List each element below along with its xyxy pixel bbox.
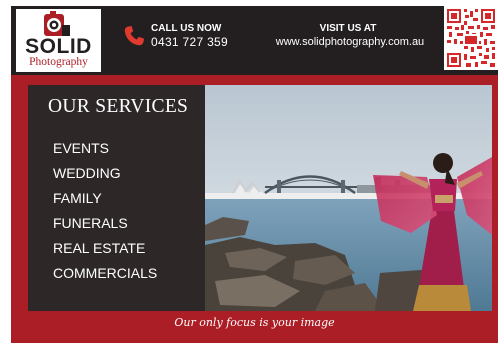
- camera-pin-logo-icon: [44, 11, 70, 36]
- service-item-family[interactable]: FAMILY: [53, 190, 102, 206]
- service-item-events[interactable]: EVENTS: [53, 140, 109, 156]
- tagline: Our only focus is your image: [174, 316, 335, 329]
- services-panel: OUR SERVICES EVENTS WEDDING FAMILY FUNER…: [28, 85, 205, 311]
- service-item-wedding[interactable]: WEDDING: [53, 165, 121, 181]
- brand-logo[interactable]: SOLID Photography: [16, 9, 101, 72]
- service-item-funerals[interactable]: FUNERALS: [53, 215, 128, 231]
- service-item-commercials[interactable]: COMMERCIALS: [53, 265, 157, 281]
- advertisement-banner: SOLID Photography CALL US NOW 0431 727 3…: [11, 6, 498, 343]
- qr-code-icon[interactable]: [444, 6, 498, 70]
- website-link[interactable]: www.solidphotography.com.au: [265, 36, 435, 48]
- brand-subtitle: Photography: [29, 56, 88, 68]
- phone-number[interactable]: 0431 727 359: [151, 35, 228, 49]
- service-item-real-estate[interactable]: REAL ESTATE: [53, 240, 145, 256]
- harbour-portrait-photo: [205, 85, 492, 311]
- call-label: CALL US NOW: [151, 23, 222, 34]
- header-bar: SOLID Photography CALL US NOW 0431 727 3…: [11, 6, 498, 75]
- services-title: OUR SERVICES: [48, 96, 189, 117]
- visit-label: VISIT US AT: [319, 23, 377, 34]
- phone-icon[interactable]: [122, 24, 146, 48]
